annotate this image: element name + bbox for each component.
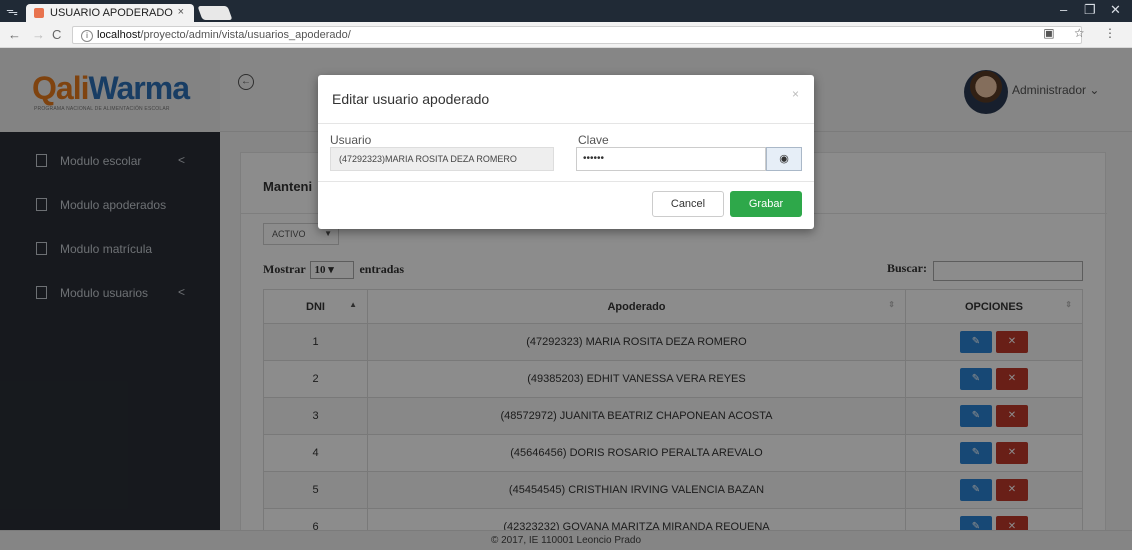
show-password-icon[interactable]: ◉ xyxy=(766,147,802,171)
incognito-icon: ᯓ xyxy=(6,4,18,18)
back-arrow-icon[interactable]: ← xyxy=(8,27,21,42)
close-icon[interactable]: × xyxy=(792,87,799,101)
toolbar-icons[interactable]: ▣ ☆ ⋮ xyxy=(1043,26,1124,40)
tab-close-icon[interactable]: × xyxy=(178,6,184,18)
address-bar: ← → C i localhost/proyecto/admin/vista/us… xyxy=(0,22,1132,48)
password-field[interactable]: •••••• xyxy=(576,147,766,171)
user-field: (47292323)MARIA ROSITA DEZA ROMERO xyxy=(330,147,554,171)
divider xyxy=(318,181,814,182)
page: QaliWarma PROGRAMA NACIONAL DE ALIMENTAC… xyxy=(0,48,1132,550)
new-tab-button[interactable] xyxy=(197,6,233,20)
browser-tabbar: ᯓ USUARIO APODERADO × – ❐ ✕ xyxy=(0,0,1132,22)
url-field[interactable]: i localhost/proyecto/admin/vista/usuarios… xyxy=(72,26,1082,44)
browser-tab[interactable]: USUARIO APODERADO × xyxy=(26,4,194,22)
tab-title: USUARIO APODERADO xyxy=(50,7,173,19)
forward-arrow-icon[interactable]: → xyxy=(32,27,45,42)
save-button[interactable]: Grabar xyxy=(730,191,802,217)
edit-user-modal: Editar usuario apoderado × Usuario Clave… xyxy=(318,75,814,229)
password-label: Clave xyxy=(578,133,609,147)
url-host: localhost xyxy=(97,29,141,41)
window-close-icon[interactable]: ✕ xyxy=(1110,2,1121,18)
url-path: /proyecto/admin/vista/usuarios_apoderado… xyxy=(140,29,351,41)
maximize-icon[interactable]: ❐ xyxy=(1084,2,1096,18)
reload-icon[interactable]: C xyxy=(52,27,61,42)
minimize-icon[interactable]: – xyxy=(1060,2,1067,17)
cancel-button[interactable]: Cancel xyxy=(652,191,724,217)
divider xyxy=(318,123,814,124)
info-icon[interactable]: i xyxy=(81,30,93,42)
modal-title: Editar usuario apoderado xyxy=(332,91,490,107)
user-label: Usuario xyxy=(330,133,372,147)
favicon-icon xyxy=(34,8,44,18)
